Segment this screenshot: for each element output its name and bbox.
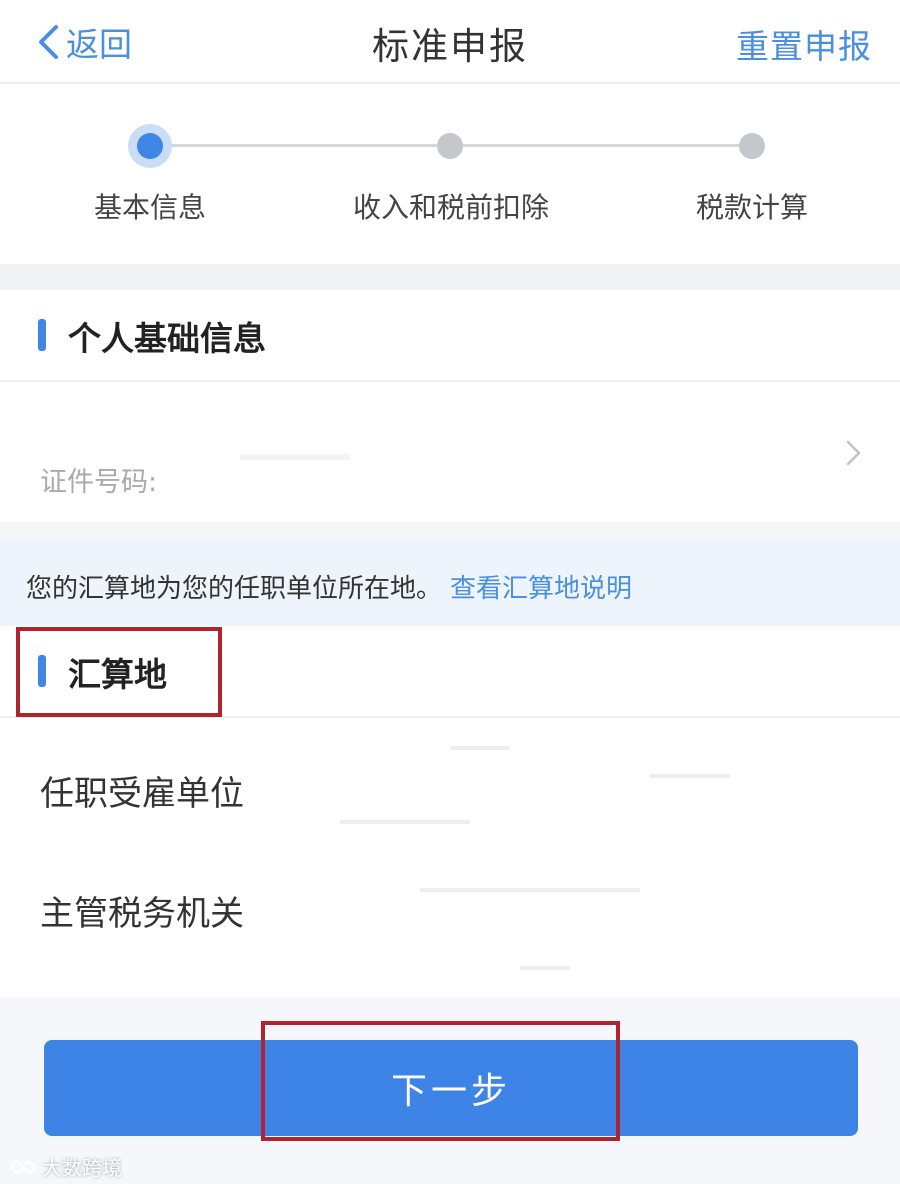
tax-authority-row[interactable]: 主管税务机关: [0, 848, 900, 970]
settlement-explanation-link[interactable]: 查看汇算地说明: [450, 574, 632, 604]
notice-text: 您的汇算地为您的任职单位所在地。: [26, 574, 443, 604]
chevron-right-icon: [846, 440, 861, 466]
section-gap: [0, 522, 900, 540]
redacted-value: [650, 774, 730, 778]
tax-authority-label: 主管税务机关: [40, 894, 244, 934]
step-dot-pending: [739, 133, 765, 159]
id-number-label: 证件号码:: [40, 467, 158, 498]
step-connector: [450, 144, 750, 147]
nav-header: 返回 标准申报 重置申报: [0, 0, 900, 84]
step-label-tax-calculation: 税款计算: [695, 191, 809, 224]
redacted-value: [420, 888, 640, 892]
step-label-basic-info: 基本信息: [93, 191, 207, 224]
step-dot-pending: [437, 133, 463, 159]
step-dot-active: [128, 124, 172, 168]
watermark-logo-icon: [11, 1160, 35, 1173]
step-connector: [150, 144, 450, 147]
declaration-page: 返回 标准申报 重置申报 基本信息 收入和税前扣除 税款计算 个人基础信息 证件…: [0, 0, 900, 1184]
section-accent-bar: [38, 319, 46, 351]
redacted-value: [340, 820, 470, 824]
redacted-value: [450, 746, 510, 750]
redacted-value: [520, 966, 570, 970]
settlement-notice: 您的汇算地为您的任职单位所在地。 查看汇算地说明: [0, 540, 900, 626]
employer-label: 任职受雇单位: [40, 774, 244, 814]
id-number-redacted-value: [240, 454, 350, 460]
personal-info-header: 个人基础信息: [0, 290, 900, 380]
step-label-income-deduction: 收入和税前扣除: [352, 191, 550, 224]
next-button-highlight-box: [261, 1021, 620, 1141]
personal-info-title: 个人基础信息: [68, 319, 266, 358]
progress-stepper: 基本信息 收入和税前扣除 税款计算: [0, 86, 900, 264]
employer-row[interactable]: 任职受雇单位: [0, 728, 900, 846]
watermark: 大数跨境: [10, 1152, 122, 1181]
section-gap: [0, 264, 900, 290]
reset-declaration-button[interactable]: 重置申报: [736, 20, 872, 68]
settlement-highlight-box: [16, 627, 222, 717]
watermark-text: 大数跨境: [42, 1156, 122, 1180]
id-number-row[interactable]: 证件号码:: [0, 382, 900, 522]
